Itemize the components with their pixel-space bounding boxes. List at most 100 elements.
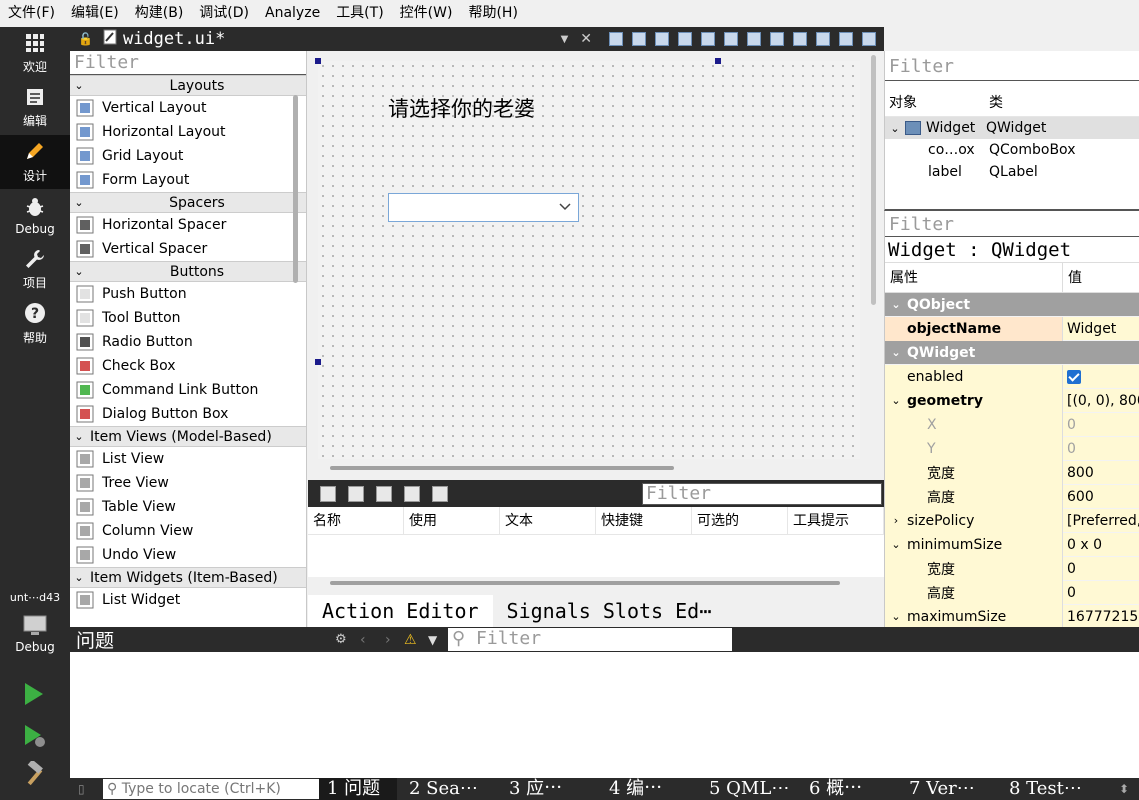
action-column-header[interactable]: 使用	[404, 507, 500, 534]
edit-buddies-icon[interactable]	[655, 32, 669, 46]
widget-box-filter[interactable]: Filter	[70, 51, 306, 75]
property-row[interactable]: › sizePolicy [Preferred,	[885, 508, 1139, 533]
property-value[interactable]: [(0, 0), 800	[1067, 393, 1139, 409]
property-value[interactable]: Widget	[1067, 321, 1116, 337]
mode-5[interactable]: ? 帮助	[0, 297, 70, 351]
widget-category-2[interactable]: ⌄ Buttons	[70, 261, 306, 282]
mode-4[interactable]: 项目	[0, 243, 70, 297]
widget-item[interactable]: Form Layout	[70, 168, 306, 192]
widget-item[interactable]: Vertical Layout	[70, 96, 306, 120]
widget-item[interactable]: Push Button	[70, 282, 306, 306]
widget-item[interactable]: List Widget	[70, 588, 306, 612]
mode-1[interactable]: 编辑	[0, 81, 70, 135]
action-column-header[interactable]: 文本	[500, 507, 596, 534]
menu-item-1[interactable]: 编辑(E)	[63, 0, 127, 27]
locator-input[interactable]: ⚲ Type to locate (Ctrl+K)	[103, 779, 319, 799]
widget-item[interactable]: Table View	[70, 495, 306, 519]
widget-item[interactable]: Horizontal Layout	[70, 120, 306, 144]
property-value[interactable]: [Preferred,	[1067, 513, 1139, 529]
copy-action-icon[interactable]	[348, 485, 364, 502]
property-value[interactable]: 0	[1067, 417, 1076, 433]
widget-item[interactable]: Tool Button	[70, 306, 306, 330]
property-value[interactable]: 16777215	[1067, 609, 1138, 625]
close-document-icon[interactable]: ✕	[580, 31, 592, 47]
property-row[interactable]: 宽度 800	[885, 460, 1139, 485]
canvas-vertical-scrollbar[interactable]	[871, 55, 876, 305]
property-row[interactable]: ⌄ minimumSize 0 x 0	[885, 532, 1139, 557]
form-combobox[interactable]	[388, 193, 579, 222]
expand-arrow-icon[interactable]: ⌄	[885, 346, 907, 359]
action-column-header[interactable]: 可选的	[692, 507, 788, 534]
resize-handle-top-left[interactable]	[315, 58, 321, 64]
property-value[interactable]: 0 x 0	[1067, 537, 1102, 553]
edit-widgets-icon[interactable]	[609, 32, 623, 46]
mode-2[interactable]: 设计	[0, 135, 70, 189]
mode-0[interactable]: 欢迎	[0, 27, 70, 81]
sidebar-toggle-icon[interactable]: ▯	[78, 782, 85, 796]
action-editor-tab-1[interactable]: Signals Slots Ed⋯	[493, 595, 726, 627]
property-value[interactable]: 0	[1067, 585, 1076, 601]
debug-run-button[interactable]	[22, 723, 48, 753]
layout-form-icon[interactable]	[816, 32, 830, 46]
expand-arrow-icon[interactable]: ⌄	[885, 394, 907, 407]
property-value[interactable]: 0	[1067, 561, 1076, 577]
kit-selector[interactable]: Debug	[0, 607, 70, 661]
form-canvas[interactable]: 请选择你的老婆	[318, 61, 860, 459]
run-button[interactable]	[22, 681, 46, 711]
widget-item[interactable]: List View	[70, 447, 306, 471]
property-row[interactable]: Y0	[885, 436, 1139, 461]
widget-item[interactable]: Command Link Button	[70, 378, 306, 402]
configure-icon[interactable]	[432, 485, 448, 502]
output-pane-tab-7[interactable]: 8 Test⋯	[997, 778, 1097, 800]
break-layout-icon[interactable]	[839, 32, 853, 46]
expand-arrow-icon[interactable]: ⌄	[885, 122, 905, 135]
property-row[interactable]: 高度 0	[885, 580, 1139, 605]
widget-item[interactable]: Undo View	[70, 543, 306, 567]
form-label[interactable]: 请选择你的老婆	[388, 93, 535, 123]
action-table-scrollbar[interactable]	[330, 581, 840, 585]
menu-item-4[interactable]: Analyze	[257, 0, 328, 27]
enabled-checkbox[interactable]	[1067, 369, 1081, 384]
edit-tab-order-icon[interactable]	[678, 32, 692, 46]
object-row-widget[interactable]: ⌄ Widget QWidget	[885, 117, 1139, 139]
new-action-icon[interactable]	[320, 485, 336, 502]
layout-grid-icon[interactable]	[793, 32, 807, 46]
menu-item-2[interactable]: 构建(B)	[127, 0, 192, 27]
filter-options-icon[interactable]: ⚙	[335, 632, 347, 647]
widget-item[interactable]: Tree View	[70, 471, 306, 495]
menu-item-0[interactable]: 文件(F)	[0, 0, 63, 27]
widget-item[interactable]: Grid Layout	[70, 144, 306, 168]
property-filter[interactable]: Filter	[885, 211, 1139, 237]
menu-item-7[interactable]: 帮助(H)	[460, 0, 525, 27]
action-column-header[interactable]: 工具提示	[788, 507, 884, 534]
mode-3[interactable]: Debug	[0, 189, 70, 243]
object-inspector-filter[interactable]: Filter	[885, 51, 1139, 81]
output-pane-tab-0[interactable]: 1 问题	[319, 778, 397, 800]
action-filter-input[interactable]: Filter	[642, 483, 882, 505]
widget-item[interactable]: Column View	[70, 519, 306, 543]
widget-item[interactable]: Dialog Button Box	[70, 402, 306, 426]
menu-item-3[interactable]: 调试(D)	[191, 0, 257, 27]
document-filename[interactable]: widget.ui*	[123, 29, 225, 49]
menu-item-6[interactable]: 控件(W)	[392, 0, 461, 27]
property-group[interactable]: ⌄ QWidget	[885, 341, 1139, 365]
previous-icon[interactable]: ‹	[360, 632, 366, 648]
property-row[interactable]: ⌄ geometry [(0, 0), 800	[885, 388, 1139, 413]
resize-handle-left[interactable]	[315, 359, 321, 365]
edit-signals-icon[interactable]	[632, 32, 646, 46]
property-value[interactable]: 800	[1067, 465, 1094, 481]
next-icon[interactable]: ›	[385, 632, 391, 648]
property-row[interactable]: enabled	[885, 364, 1139, 389]
output-pane-tab-3[interactable]: 4 编⋯	[597, 778, 697, 800]
property-row[interactable]: objectName Widget	[885, 316, 1139, 341]
layout-horizontal-icon[interactable]	[701, 32, 715, 46]
widget-category-1[interactable]: ⌄ Spacers	[70, 192, 306, 213]
widget-item[interactable]: Radio Button	[70, 330, 306, 354]
action-editor-tab-0[interactable]: Action Editor	[308, 595, 493, 627]
widget-category-4[interactable]: ⌄ Item Widgets (Item-Based)	[70, 567, 306, 588]
property-row[interactable]: ⌄ maximumSize 16777215	[885, 604, 1139, 627]
output-pane-tab-5[interactable]: 6 概⋯	[797, 778, 897, 800]
expand-arrow-icon[interactable]: ⌄	[885, 538, 907, 551]
property-group[interactable]: ⌄ QObject	[885, 293, 1139, 317]
output-pane-tab-1[interactable]: 2 Sea⋯	[397, 778, 497, 800]
